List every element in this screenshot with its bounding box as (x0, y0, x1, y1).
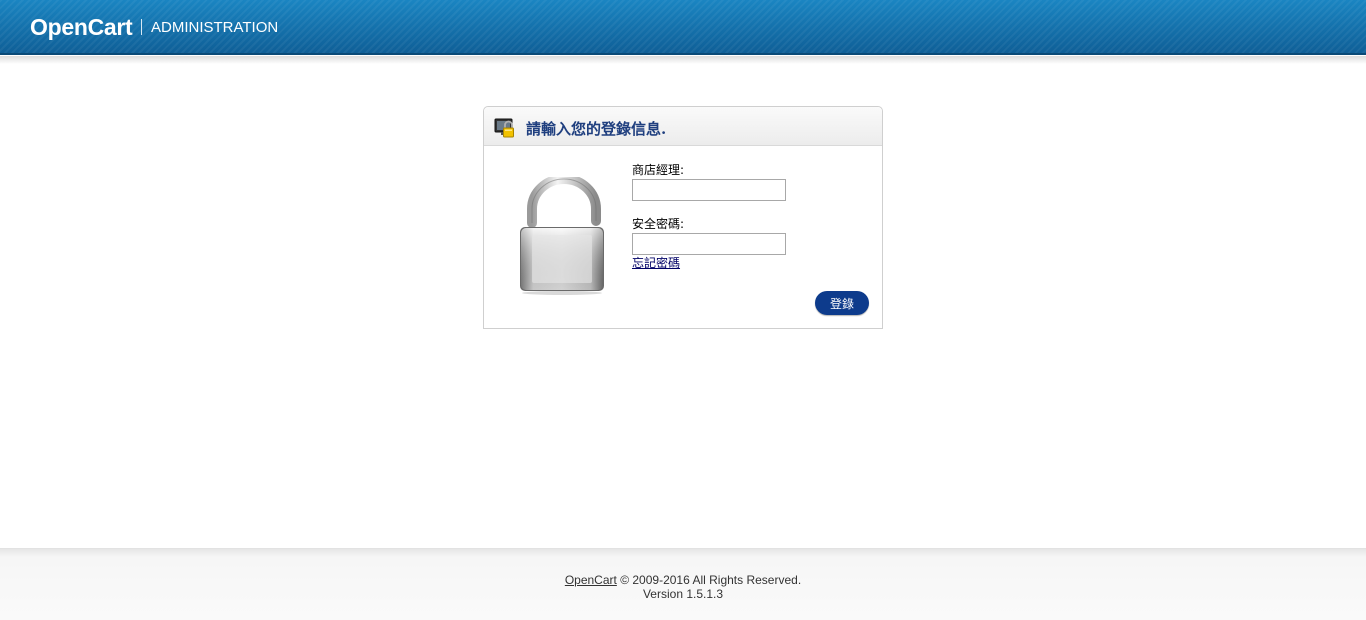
footer: OpenCart © 2009-2016 All Rights Reserved… (0, 548, 1366, 620)
username-input[interactable] (632, 179, 786, 201)
footer-copyright-line: OpenCart © 2009-2016 All Rights Reserved… (0, 573, 1366, 587)
password-label: 安全密碼: (632, 217, 685, 231)
footer-version: Version 1.5.1.3 (642, 587, 724, 601)
login-box: 請輸入您的登錄信息. 商店經理: 安全密碼: 忘記密碼 登錄 (483, 106, 883, 329)
brand-logo[interactable]: OpenCart (30, 14, 133, 41)
username-label: 商店經理: (632, 163, 685, 177)
footer-opencart-link[interactable]: OpenCart (565, 573, 617, 587)
header-bar: OpenCart ADMINISTRATION (0, 0, 1366, 55)
password-input[interactable] (632, 233, 786, 255)
padlock-icon (520, 177, 604, 295)
login-box-heading: 請輸入您的登錄信息. (484, 107, 882, 146)
footer-copyright: © 2009-2016 All Rights Reserved. (620, 573, 802, 587)
brand-subtitle: ADMINISTRATION (151, 19, 279, 36)
brand-divider (141, 19, 142, 35)
lock-screen-icon (494, 118, 514, 138)
forgot-password-link[interactable]: 忘記密碼 (632, 254, 680, 271)
header-shadow (0, 56, 1366, 64)
login-button[interactable]: 登錄 (815, 291, 869, 315)
login-title: 請輸入您的登錄信息. (526, 120, 667, 138)
